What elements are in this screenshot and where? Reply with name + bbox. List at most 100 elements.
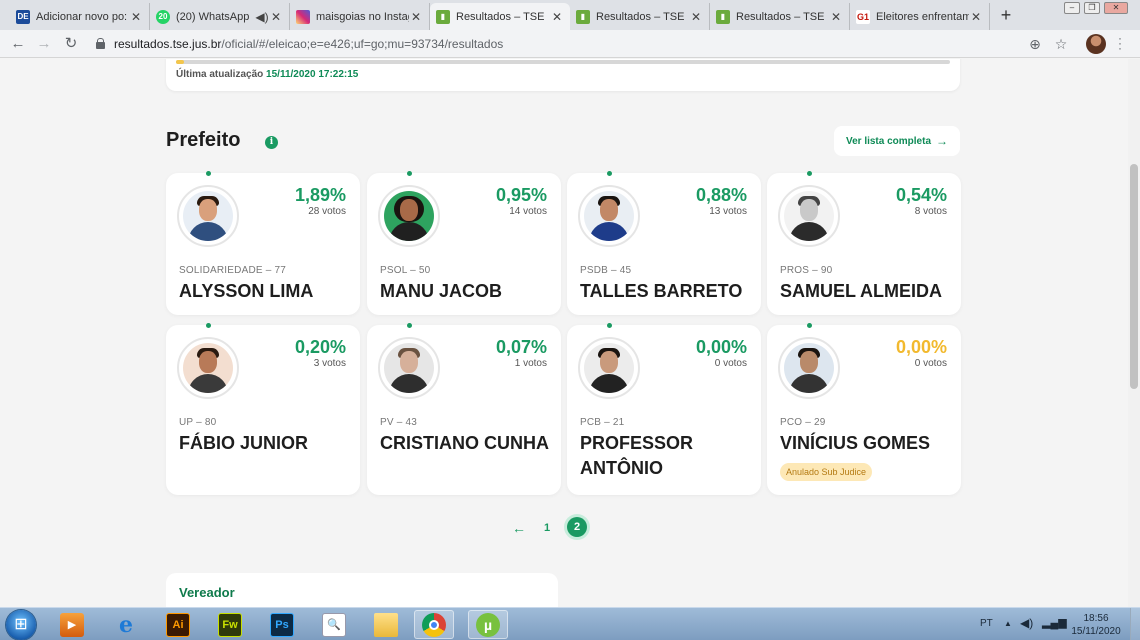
candidate-card[interactable]: 0,20% 3 votos UP – 80 FÁBIO JUNIOR bbox=[166, 323, 360, 495]
full-list-button[interactable]: Ver lista completa → bbox=[834, 126, 960, 156]
minimize-button[interactable]: – bbox=[1064, 2, 1080, 14]
add-extension-icon[interactable]: ⊕ bbox=[1026, 35, 1044, 53]
fireworks-icon[interactable]: Fw bbox=[210, 610, 250, 639]
language-indicator[interactable]: PT bbox=[980, 618, 993, 629]
bookmark-star-icon[interactable]: ☆ bbox=[1052, 35, 1070, 53]
status-dot bbox=[807, 323, 812, 328]
avatar bbox=[177, 185, 239, 247]
tab-title: Resultados – TSE bbox=[456, 10, 545, 23]
vereador-card: Vereador bbox=[166, 573, 558, 607]
candidate-card[interactable]: 0,00% 0 votos PCB – 21 PROFESSOR ANTÔNIO bbox=[567, 323, 761, 495]
url-path: /oficial/#/eleicao;e=e426;uf=go;mu=93734… bbox=[221, 37, 504, 51]
address-bar[interactable]: resultados.tse.jus.br/oficial/#/eleicao;… bbox=[114, 37, 503, 51]
status-dot bbox=[407, 323, 412, 328]
media-player-icon[interactable]: ▶ bbox=[52, 610, 92, 639]
vote-count: 3 votos bbox=[313, 358, 346, 369]
close-window-button[interactable]: ✕ bbox=[1104, 2, 1128, 14]
chart-icon: ▮ bbox=[576, 9, 590, 24]
illustrator-icon[interactable]: Ai bbox=[158, 610, 198, 639]
speaker-icon[interactable]: ◀) bbox=[255, 10, 269, 24]
vote-percentage: 0,00% bbox=[895, 337, 947, 357]
taskbar: ▶ e Ai Fw Ps 🔍 µ PT ▲ ◀) ▂▄▆ 18:56 15/11… bbox=[0, 607, 1140, 640]
forward-icon[interactable]: → bbox=[34, 34, 54, 54]
party-number: UP – 80 bbox=[179, 417, 217, 428]
candidate-card[interactable]: 0,00% 0 votos PCO – 29 VINÍCIUS GOMES An… bbox=[767, 323, 961, 495]
party-number: PCB – 21 bbox=[580, 417, 625, 428]
browser-tab[interactable]: maisgoias no Instag ✕ bbox=[290, 3, 430, 30]
vote-count: 0 votos bbox=[714, 358, 747, 369]
close-icon[interactable]: ✕ bbox=[409, 10, 423, 24]
photoshop-icon[interactable]: Ps bbox=[262, 610, 302, 639]
browser-tab[interactable]: DE Adicionar novo po: ✕ bbox=[10, 3, 150, 30]
network-icon[interactable]: ▂▄▆ bbox=[1042, 616, 1067, 629]
tab-title: (20) WhatsApp bbox=[176, 10, 250, 23]
candidate-card[interactable]: 0,54% 8 votos PROS – 90 SAMUEL ALMEIDA bbox=[767, 171, 961, 315]
vote-percentage: 1,89% bbox=[294, 185, 346, 205]
tab-title: Eleitores enfrentam bbox=[876, 10, 969, 23]
browser-tab[interactable]: ▮ Resultados – TSE ✕ bbox=[710, 3, 850, 30]
vote-percentage: 0,54% bbox=[895, 185, 947, 205]
status-badge: Anulado Sub Judice bbox=[780, 463, 873, 481]
candidate-card[interactable]: 0,88% 13 votos PSDB – 45 TALLES BARRETO bbox=[567, 171, 761, 315]
candidate-card[interactable]: 1,89% 28 votos SOLIDARIEDADE – 77 ALYSSO… bbox=[166, 171, 360, 315]
menu-dots-icon[interactable]: · · · bbox=[1118, 32, 1122, 54]
scrollbar[interactable] bbox=[1128, 59, 1140, 607]
clock[interactable]: 18:56 15/11/2020 bbox=[1066, 612, 1126, 638]
avatar bbox=[778, 337, 840, 399]
g1-icon: G1 bbox=[856, 9, 870, 24]
reload-icon[interactable]: ↻ bbox=[61, 34, 81, 54]
instagram-icon bbox=[296, 9, 310, 24]
vereador-title: Vereador bbox=[179, 585, 235, 600]
candidate-name: FÁBIO JUNIOR bbox=[179, 433, 309, 453]
profile-avatar[interactable] bbox=[1086, 34, 1106, 54]
party-number: SOLIDARIEDADE – 77 bbox=[179, 265, 286, 276]
close-icon[interactable]: ✕ bbox=[829, 10, 843, 24]
party-number: PSDB – 45 bbox=[580, 265, 632, 276]
search-file-icon[interactable]: 🔍 bbox=[314, 610, 354, 639]
close-icon[interactable]: ✕ bbox=[129, 10, 143, 24]
pager-page-1[interactable]: 1 bbox=[544, 522, 550, 534]
avatar bbox=[778, 185, 840, 247]
vote-percentage: 0,00% bbox=[695, 337, 747, 357]
volume-icon[interactable]: ◀) bbox=[1020, 616, 1033, 630]
back-icon[interactable]: ← bbox=[8, 34, 28, 54]
page-viewport: Última atualização 15/11/2020 17:22:15 P… bbox=[0, 59, 1128, 607]
pager-page-2[interactable]: 2 bbox=[567, 517, 587, 537]
start-button[interactable] bbox=[6, 610, 36, 640]
vote-percentage: 0,88% bbox=[695, 185, 747, 205]
vote-percentage: 0,20% bbox=[294, 337, 346, 357]
new-tab-button[interactable]: + bbox=[996, 5, 1016, 26]
browser-tab[interactable]: ▮ Resultados – TSE ✕ bbox=[570, 3, 710, 30]
maximize-button[interactable]: ❐ bbox=[1084, 2, 1100, 14]
tab-title: Resultados – TSE bbox=[596, 10, 685, 23]
whatsapp-icon: 20 bbox=[156, 9, 170, 24]
arrow-right-icon: → bbox=[936, 134, 949, 148]
info-icon[interactable]: i bbox=[265, 136, 278, 149]
tray-expand-icon[interactable]: ▲ bbox=[1004, 619, 1012, 628]
site-favicon: DE bbox=[16, 9, 30, 24]
close-icon[interactable]: ✕ bbox=[269, 10, 283, 24]
close-icon[interactable]: ✕ bbox=[550, 10, 564, 24]
party-number: PROS – 90 bbox=[780, 265, 833, 276]
browser-tab[interactable]: G1 Eleitores enfrentam ✕ bbox=[850, 3, 990, 30]
candidate-card[interactable]: 0,07% 1 votos PV – 43 CRISTIANO CUNHA bbox=[367, 323, 561, 495]
close-icon[interactable]: ✕ bbox=[969, 10, 983, 24]
scroll-thumb[interactable] bbox=[1130, 164, 1138, 389]
progress-bar bbox=[176, 60, 950, 64]
utorrent-icon[interactable]: µ bbox=[468, 610, 508, 639]
avatar bbox=[378, 337, 440, 399]
lock-icon[interactable] bbox=[96, 38, 105, 49]
pager-prev-button[interactable]: ← bbox=[512, 520, 526, 536]
folder-icon[interactable] bbox=[366, 610, 406, 639]
status-dot bbox=[206, 323, 211, 328]
show-desktop-button[interactable] bbox=[1130, 608, 1140, 640]
status-dot bbox=[206, 171, 211, 176]
browser-tab-active[interactable]: ▮ Resultados – TSE ✕ bbox=[430, 3, 570, 30]
clock-time: 18:56 bbox=[1083, 613, 1109, 624]
close-icon[interactable]: ✕ bbox=[689, 10, 703, 24]
candidate-name: VINÍCIUS GOMES bbox=[780, 433, 931, 453]
browser-tab[interactable]: 20 (20) WhatsApp ◀) ✕ bbox=[150, 3, 290, 30]
chrome-icon[interactable] bbox=[414, 610, 454, 639]
internet-explorer-icon[interactable]: e bbox=[106, 610, 146, 639]
candidate-card[interactable]: 0,95% 14 votos PSOL – 50 MANU JACOB bbox=[367, 171, 561, 315]
